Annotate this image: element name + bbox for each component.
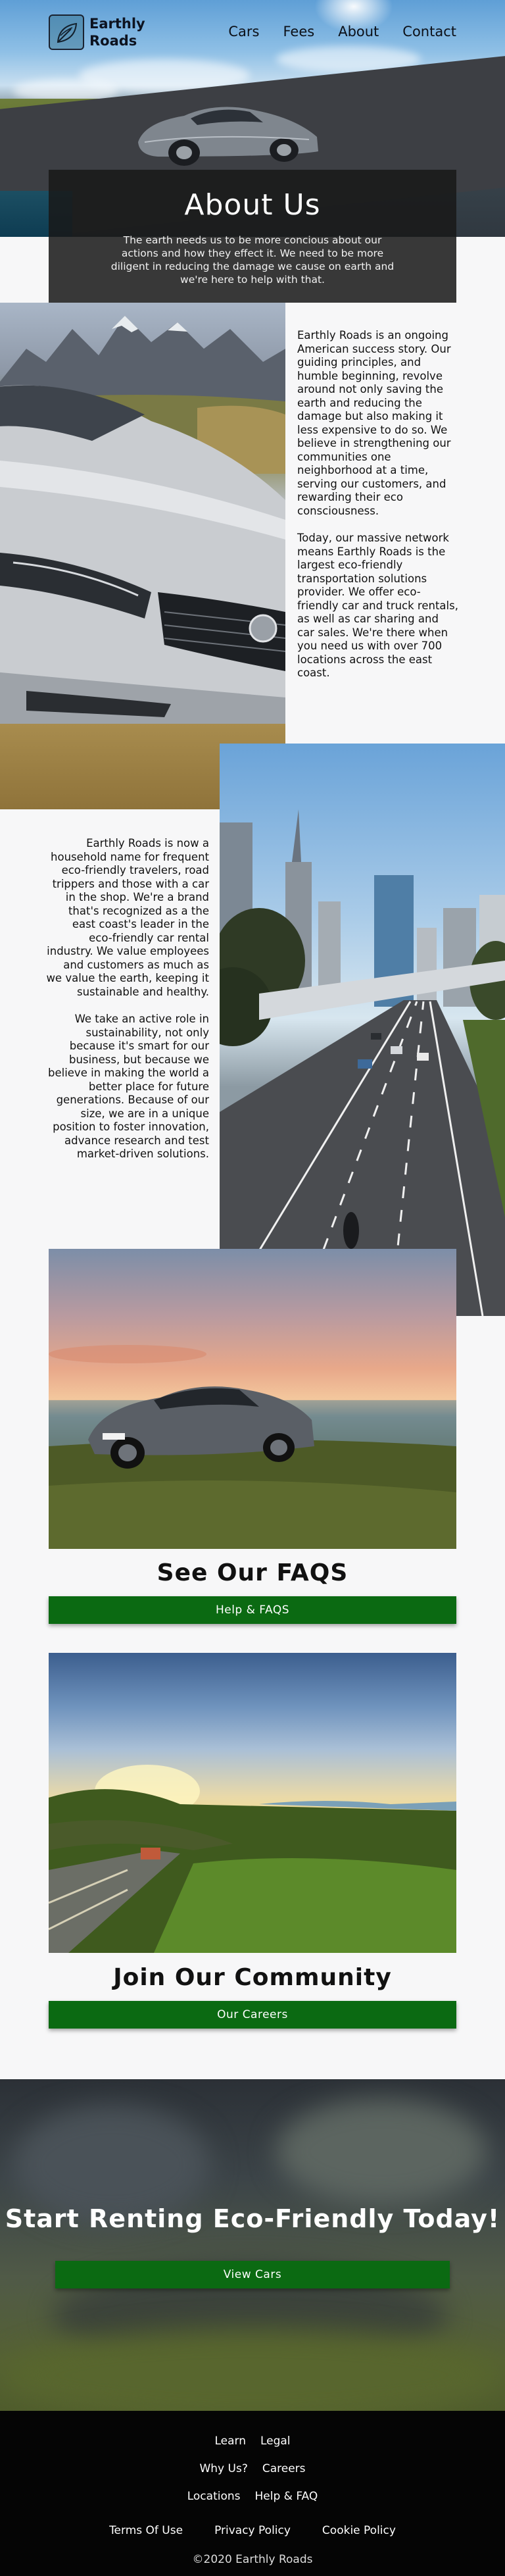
page: Earthly Roads Cars Fees About Contact Ea… [0,0,505,2576]
mission-paragraph-2: We take an active role in sustainability… [47,1013,209,1160]
nav-link-cars[interactable]: Cars [228,24,259,39]
brand-name: Earthly Roads [89,15,145,49]
footer: Learn Legal Why Us? Careers Locations He… [0,2411,505,2576]
brand-logo[interactable]: Earthly Roads [49,14,145,50]
footer-row-3: Locations Help & FAQ [0,2490,505,2503]
footer-link-legal[interactable]: Legal [260,2435,291,2448]
sunset-car-illustration [49,1345,456,1549]
intro-paragraph-2: Today, our massive network means Earthly… [297,532,458,679]
about-panel: About Us The earth needs us to be more c… [49,170,456,303]
about-text: The earth needs us to be more concious a… [110,234,395,286]
top-navigation: Earthly Roads Cars Fees About Contact [0,0,505,66]
help-faq-button[interactable]: Help & FAQS [49,1596,456,1624]
blur-shape [276,2099,487,2204]
nav-link-fees[interactable]: Fees [283,24,314,39]
brand-name-line1: Earthly [89,16,145,32]
nav-link-about[interactable]: About [338,24,379,39]
faq-heading: See Our FAQS [156,1559,349,1586]
community-heading: Join Our Community [113,1964,392,1991]
careers-button[interactable]: Our Careers [49,2001,456,2029]
footer-link-why-us[interactable]: Why Us? [199,2462,247,2475]
cta-background-image [0,2079,505,2411]
cta-heading: Start Renting Eco-Friendly Today! [5,2204,500,2233]
footer-link-terms[interactable]: Terms Of Use [109,2524,183,2537]
footer-link-careers[interactable]: Careers [262,2462,306,2475]
footer-link-help-faq[interactable]: Help & FAQ [255,2490,318,2503]
countryside-illustration [49,1765,456,1953]
copyright: ©2020 Earthly Roads [192,2553,313,2566]
nav-link-contact[interactable]: Contact [402,24,456,39]
blur-shape [0,2329,505,2411]
city-road-illustration [220,809,505,1316]
mission-text: Earthly Roads is now a household name fo… [46,837,209,1161]
footer-link-cookie[interactable]: Cookie Policy [322,2524,396,2537]
brand-name-line2: Roads [89,33,137,49]
mission-paragraph-1: Earthly Roads is now a household name fo… [46,837,209,998]
footer-link-privacy[interactable]: Privacy Policy [214,2524,291,2537]
nav-links: Cars Fees About Contact [204,24,456,39]
sports-car-image [138,107,318,166]
footer-row-2: Why Us? Careers [0,2462,505,2475]
about-title: About Us [184,188,321,222]
sunset-car-image [49,1249,456,1549]
footer-link-locations[interactable]: Locations [187,2490,241,2503]
leaf-logo-icon [49,14,84,50]
city-road-image [220,744,505,1316]
countryside-road-image [49,1653,456,1953]
footer-row-4: Terms Of Use Privacy Policy Cookie Polic… [0,2524,505,2537]
intro-text: Earthly Roads is an ongoing American suc… [297,329,458,680]
view-cars-button[interactable]: View Cars [55,2261,450,2288]
intro-paragraph-1: Earthly Roads is an ongoing American suc… [297,329,451,517]
footer-row-1: Learn Legal [0,2435,505,2448]
footer-link-learn[interactable]: Learn [214,2435,246,2448]
